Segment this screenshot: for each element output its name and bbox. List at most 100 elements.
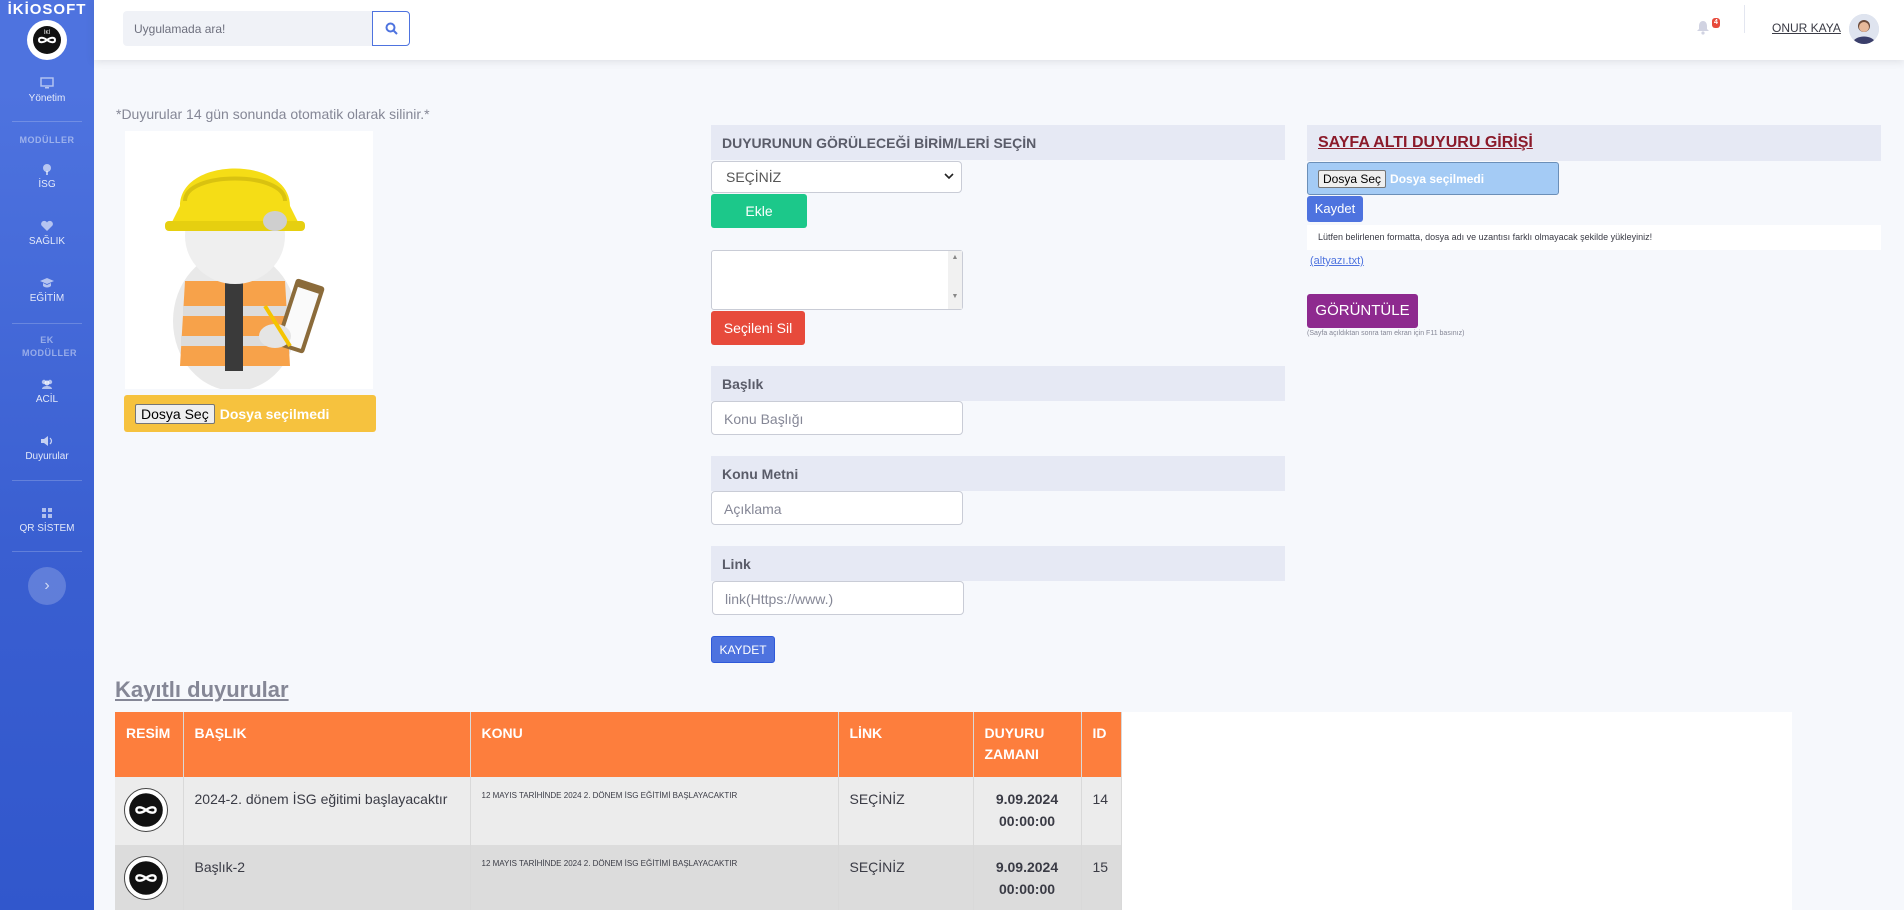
table-cell-link: SEÇİNİZ <box>838 777 974 845</box>
save-announcement-button[interactable]: KAYDET <box>711 636 775 663</box>
table-cell-subject: 12 MAYIS TARİHİNDE 2024 2. DÖNEM İSG EĞİ… <box>470 845 839 910</box>
description-input[interactable]: Açıklama <box>711 491 963 525</box>
sidebar-item-saglik[interactable]: SAĞLIK <box>0 220 94 247</box>
sidebar-item-label: Yönetim <box>28 93 66 104</box>
subtitle-file-link[interactable]: (altyazı.txt) <box>1310 255 1364 267</box>
announcement-date: 9.09.2024 <box>995 859 1059 875</box>
chevron-right-icon: › <box>44 577 50 594</box>
table-cell-subject: 12 MAYIS TARİHİNDE 2024 2. DÖNEM İSG EĞİ… <box>470 777 839 845</box>
table-cell-image <box>115 777 184 845</box>
sidebar-item-qr-sistem[interactable]: QR SİSTEM <box>0 507 94 534</box>
announcement-time: 00:00:00 <box>998 881 1056 897</box>
sidebar-item-duyurular[interactable]: Duyurular <box>0 435 94 462</box>
sidebar-toggle-button[interactable]: › <box>28 567 66 605</box>
link-heading: Link <box>711 546 1285 581</box>
unit-select-heading: DUYURUNUN GÖRÜLECEĞİ BİRİM/LERİ SEÇİN <box>711 125 1285 160</box>
announcement-thumbnail-icon <box>124 788 168 832</box>
brand[interactable]: İKİOSOFT İKİ <box>0 0 94 60</box>
notification-badge: 4 <box>1712 18 1720 28</box>
choose-file-button[interactable]: Dosya Seç <box>135 403 215 424</box>
scroll-up-icon[interactable]: ▲ <box>948 254 962 261</box>
monitor-icon <box>40 77 54 89</box>
column-header[interactable]: KONU <box>470 712 839 777</box>
unit-select-value: SEÇİNİZ <box>726 169 782 185</box>
announcement-thumbnail-icon <box>124 856 168 900</box>
table-cell-title: 2024-2. dönem İSG eğitimi başlayacaktır <box>183 777 471 845</box>
table-cell-title: Başlık-2 <box>183 845 471 910</box>
column-header[interactable]: BAŞLIK <box>183 712 471 777</box>
announcement-date: 9.09.2024 <box>995 791 1059 807</box>
column-header[interactable]: DUYURU ZAMANI <box>973 712 1082 777</box>
sidebar-heading-extra-modules: EK MODÜLLER <box>0 334 94 360</box>
user-name[interactable]: ONUR KAYA <box>1772 21 1841 35</box>
image-file-input[interactable]: Dosya Seç Dosya seçilmedi <box>124 395 376 432</box>
table-cell-id: 14 <box>1081 777 1122 845</box>
table-row[interactable]: 2024-2. dönem İSG eğitimi başlayacaktır … <box>115 777 1122 845</box>
announcements-table: RESİM BAŞLIK KONU LİNK DUYURU ZAMANI ID … <box>115 712 1122 910</box>
file-status: Dosya seçilmedi <box>219 405 330 422</box>
view-button[interactable]: GÖRÜNTÜLE <box>1307 294 1418 328</box>
choose-file-button[interactable]: Dosya Seç <box>1318 169 1387 188</box>
table-cell-date: 9.09.2024 00:00:00 <box>973 845 1082 910</box>
worker-image-icon <box>125 131 373 391</box>
link-input[interactable]: link(Https://www.) <box>712 581 964 615</box>
heart-icon <box>41 220 53 231</box>
topbar-divider <box>1744 5 1745 33</box>
sidebar-item-label: SAĞLIK <box>28 236 66 247</box>
brand-name: İKİOSOFT <box>7 1 87 18</box>
search-input[interactable]: Uygulamada ara! <box>123 11 372 46</box>
title-heading: Başlık <box>711 366 1285 401</box>
sidebar-divider <box>12 551 82 552</box>
sidebar-item-label: Duyurular <box>25 451 69 462</box>
volume-icon <box>41 436 53 446</box>
users-icon <box>41 379 53 389</box>
sidebar-divider <box>12 121 82 122</box>
table-cell-date: 9.09.2024 00:00:00 <box>973 777 1082 845</box>
column-header[interactable]: ID <box>1081 712 1122 777</box>
sidebar-item-label: ACİL <box>35 394 59 405</box>
upload-info-text: Lütfen belirlenen formatta, dosya adı ve… <box>1307 225 1881 250</box>
column-header[interactable]: RESİM <box>115 712 184 777</box>
sidebar-heading-modules: MODÜLLER <box>19 135 75 145</box>
brand-logo-icon: İKİ <box>27 20 67 60</box>
sidebar: İKİOSOFT İKİ Yönetim MODÜLLER İSG SAĞLIK… <box>0 0 94 910</box>
fullscreen-note: (Sayfa açıldıktan sonra tam ekran için F… <box>1307 330 1465 337</box>
delete-selected-button[interactable]: Seçileni Sil <box>711 311 805 345</box>
announcement-time: 00:00:00 <box>998 813 1056 829</box>
scroll-down-icon[interactable]: ▼ <box>948 293 962 300</box>
table-cell-image <box>115 845 184 910</box>
bell-icon[interactable] <box>1696 20 1710 35</box>
save-subtitle-button[interactable]: Kaydet <box>1307 196 1363 222</box>
sidebar-divider <box>12 480 82 481</box>
table-header-row: RESİM BAŞLIK KONU LİNK DUYURU ZAMANI ID <box>115 712 1122 777</box>
table-cell-link: SEÇİNİZ <box>838 845 974 910</box>
table-row[interactable]: Başlık-2 12 MAYIS TARİHİNDE 2024 2. DÖNE… <box>115 845 1122 910</box>
text-heading: Konu Metni <box>711 456 1285 491</box>
footer-notice-heading: SAYFA ALTI DUYURU GİRİŞİ <box>1307 125 1881 161</box>
listbox-scrollbar[interactable]: ▲ ▼ <box>948 251 962 309</box>
sidebar-item-yonetim[interactable]: Yönetim <box>0 77 94 104</box>
title-input[interactable]: Konu Başlığı <box>711 401 963 435</box>
svg-text:İKİ: İKİ <box>44 29 50 36</box>
sidebar-item-label: İSG <box>38 179 56 190</box>
sidebar-item-isg[interactable]: İSG <box>0 163 94 190</box>
selected-units-list[interactable]: ▲ ▼ <box>711 250 963 310</box>
add-unit-button[interactable]: Ekle <box>711 194 807 228</box>
subtitle-file-input[interactable]: Dosya Seç Dosya seçilmedi <box>1307 162 1559 195</box>
file-status: Dosya seçilmedi <box>1390 171 1485 186</box>
sidebar-item-egitim[interactable]: EĞİTİM <box>0 277 94 304</box>
column-header[interactable]: LİNK <box>838 712 974 777</box>
table-cell-id: 15 <box>1081 845 1122 910</box>
search-icon <box>385 22 398 35</box>
search-button[interactable] <box>372 11 410 46</box>
grid-icon <box>42 508 52 518</box>
sidebar-item-acil[interactable]: ACİL <box>0 378 94 405</box>
avatar[interactable] <box>1849 14 1879 44</box>
unit-select[interactable]: SEÇİNİZ <box>711 161 962 193</box>
sidebar-divider <box>12 323 82 324</box>
footer-notice-title: SAYFA ALTI DUYURU GİRİŞİ <box>1318 134 1533 151</box>
saved-announcements-title: Kayıtlı duyurular <box>115 677 289 702</box>
announcement-image <box>125 131 373 391</box>
topbar: Uygulamada ara! 4 ONUR KAYA <box>94 0 1904 60</box>
pin-icon <box>43 164 51 175</box>
